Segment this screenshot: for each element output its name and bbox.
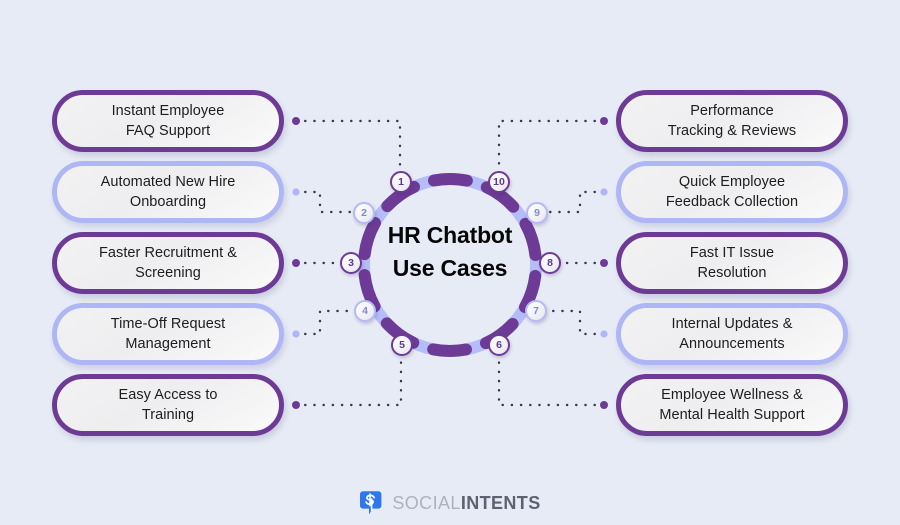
speech-bubble-icon	[360, 491, 382, 515]
item-fast-it-issue-resolution[interactable]: Fast IT Issue Resolution	[616, 232, 848, 294]
item-label: Time-Off Request Management	[110, 316, 226, 352]
item-label: Easy Access to Training	[118, 387, 218, 423]
item-performance-tracking-reviews[interactable]: Performance Tracking & Reviews	[616, 90, 848, 152]
ring-badge-4[interactable]: 4	[354, 300, 376, 322]
item-faster-recruitment-screening[interactable]: Faster Recruitment & Screening	[52, 232, 284, 294]
ring-badge-1[interactable]: 1	[390, 171, 412, 193]
item-label: Fast IT Issue Resolution	[689, 245, 775, 281]
item-easy-access-to-training[interactable]: Easy Access to Training	[52, 374, 284, 436]
item-time-off-request-management[interactable]: Time-Off Request Management	[52, 303, 284, 365]
item-label: Performance Tracking & Reviews	[667, 103, 797, 139]
item-employee-wellness-mental-health-support[interactable]: Employee Wellness & Mental Health Suppor…	[616, 374, 848, 436]
ring-badge-3[interactable]: 3	[340, 252, 362, 274]
ring-badge-5[interactable]: 5	[391, 334, 413, 356]
center-title: HR Chatbot Use Cases	[387, 222, 513, 281]
item-quick-employee-feedback-collection[interactable]: Quick Employee Feedback Collection	[616, 161, 848, 223]
ring-badge-8[interactable]: 8	[539, 252, 561, 274]
ring-badge-7[interactable]: 7	[525, 300, 547, 322]
item-automated-new-hire-onboarding[interactable]: Automated New Hire Onboarding	[52, 161, 284, 223]
item-label: Faster Recruitment & Screening	[99, 245, 237, 281]
ring-badge-10[interactable]: 10	[488, 171, 510, 193]
logo-word-social: SOCIAL	[392, 492, 461, 513]
infographic-canvas: HR Chatbot Use Cases 1 2 3 4 5 6 7 8 9 1…	[0, 0, 900, 525]
item-label: Employee Wellness & Mental Health Suppor…	[659, 387, 805, 423]
ring-badge-2[interactable]: 2	[353, 202, 375, 224]
item-label: Internal Updates & Announcements	[671, 316, 793, 352]
brand-logo: SOCIAL INTENTS	[0, 490, 900, 516]
item-internal-updates-announcements[interactable]: Internal Updates & Announcements	[616, 303, 848, 365]
logo-wordmark: SOCIAL INTENTS	[392, 493, 540, 514]
logo-word-intents: INTENTS	[460, 492, 541, 513]
ring-badge-9[interactable]: 9	[526, 202, 548, 224]
item-label: Automated New Hire Onboarding	[100, 174, 236, 210]
item-label: Quick Employee Feedback Collection	[665, 174, 799, 210]
item-instant-employee-faq-support[interactable]: Instant Employee FAQ Support	[52, 90, 284, 152]
ring-badge-6[interactable]: 6	[488, 334, 510, 356]
item-label: Instant Employee FAQ Support	[111, 103, 225, 139]
